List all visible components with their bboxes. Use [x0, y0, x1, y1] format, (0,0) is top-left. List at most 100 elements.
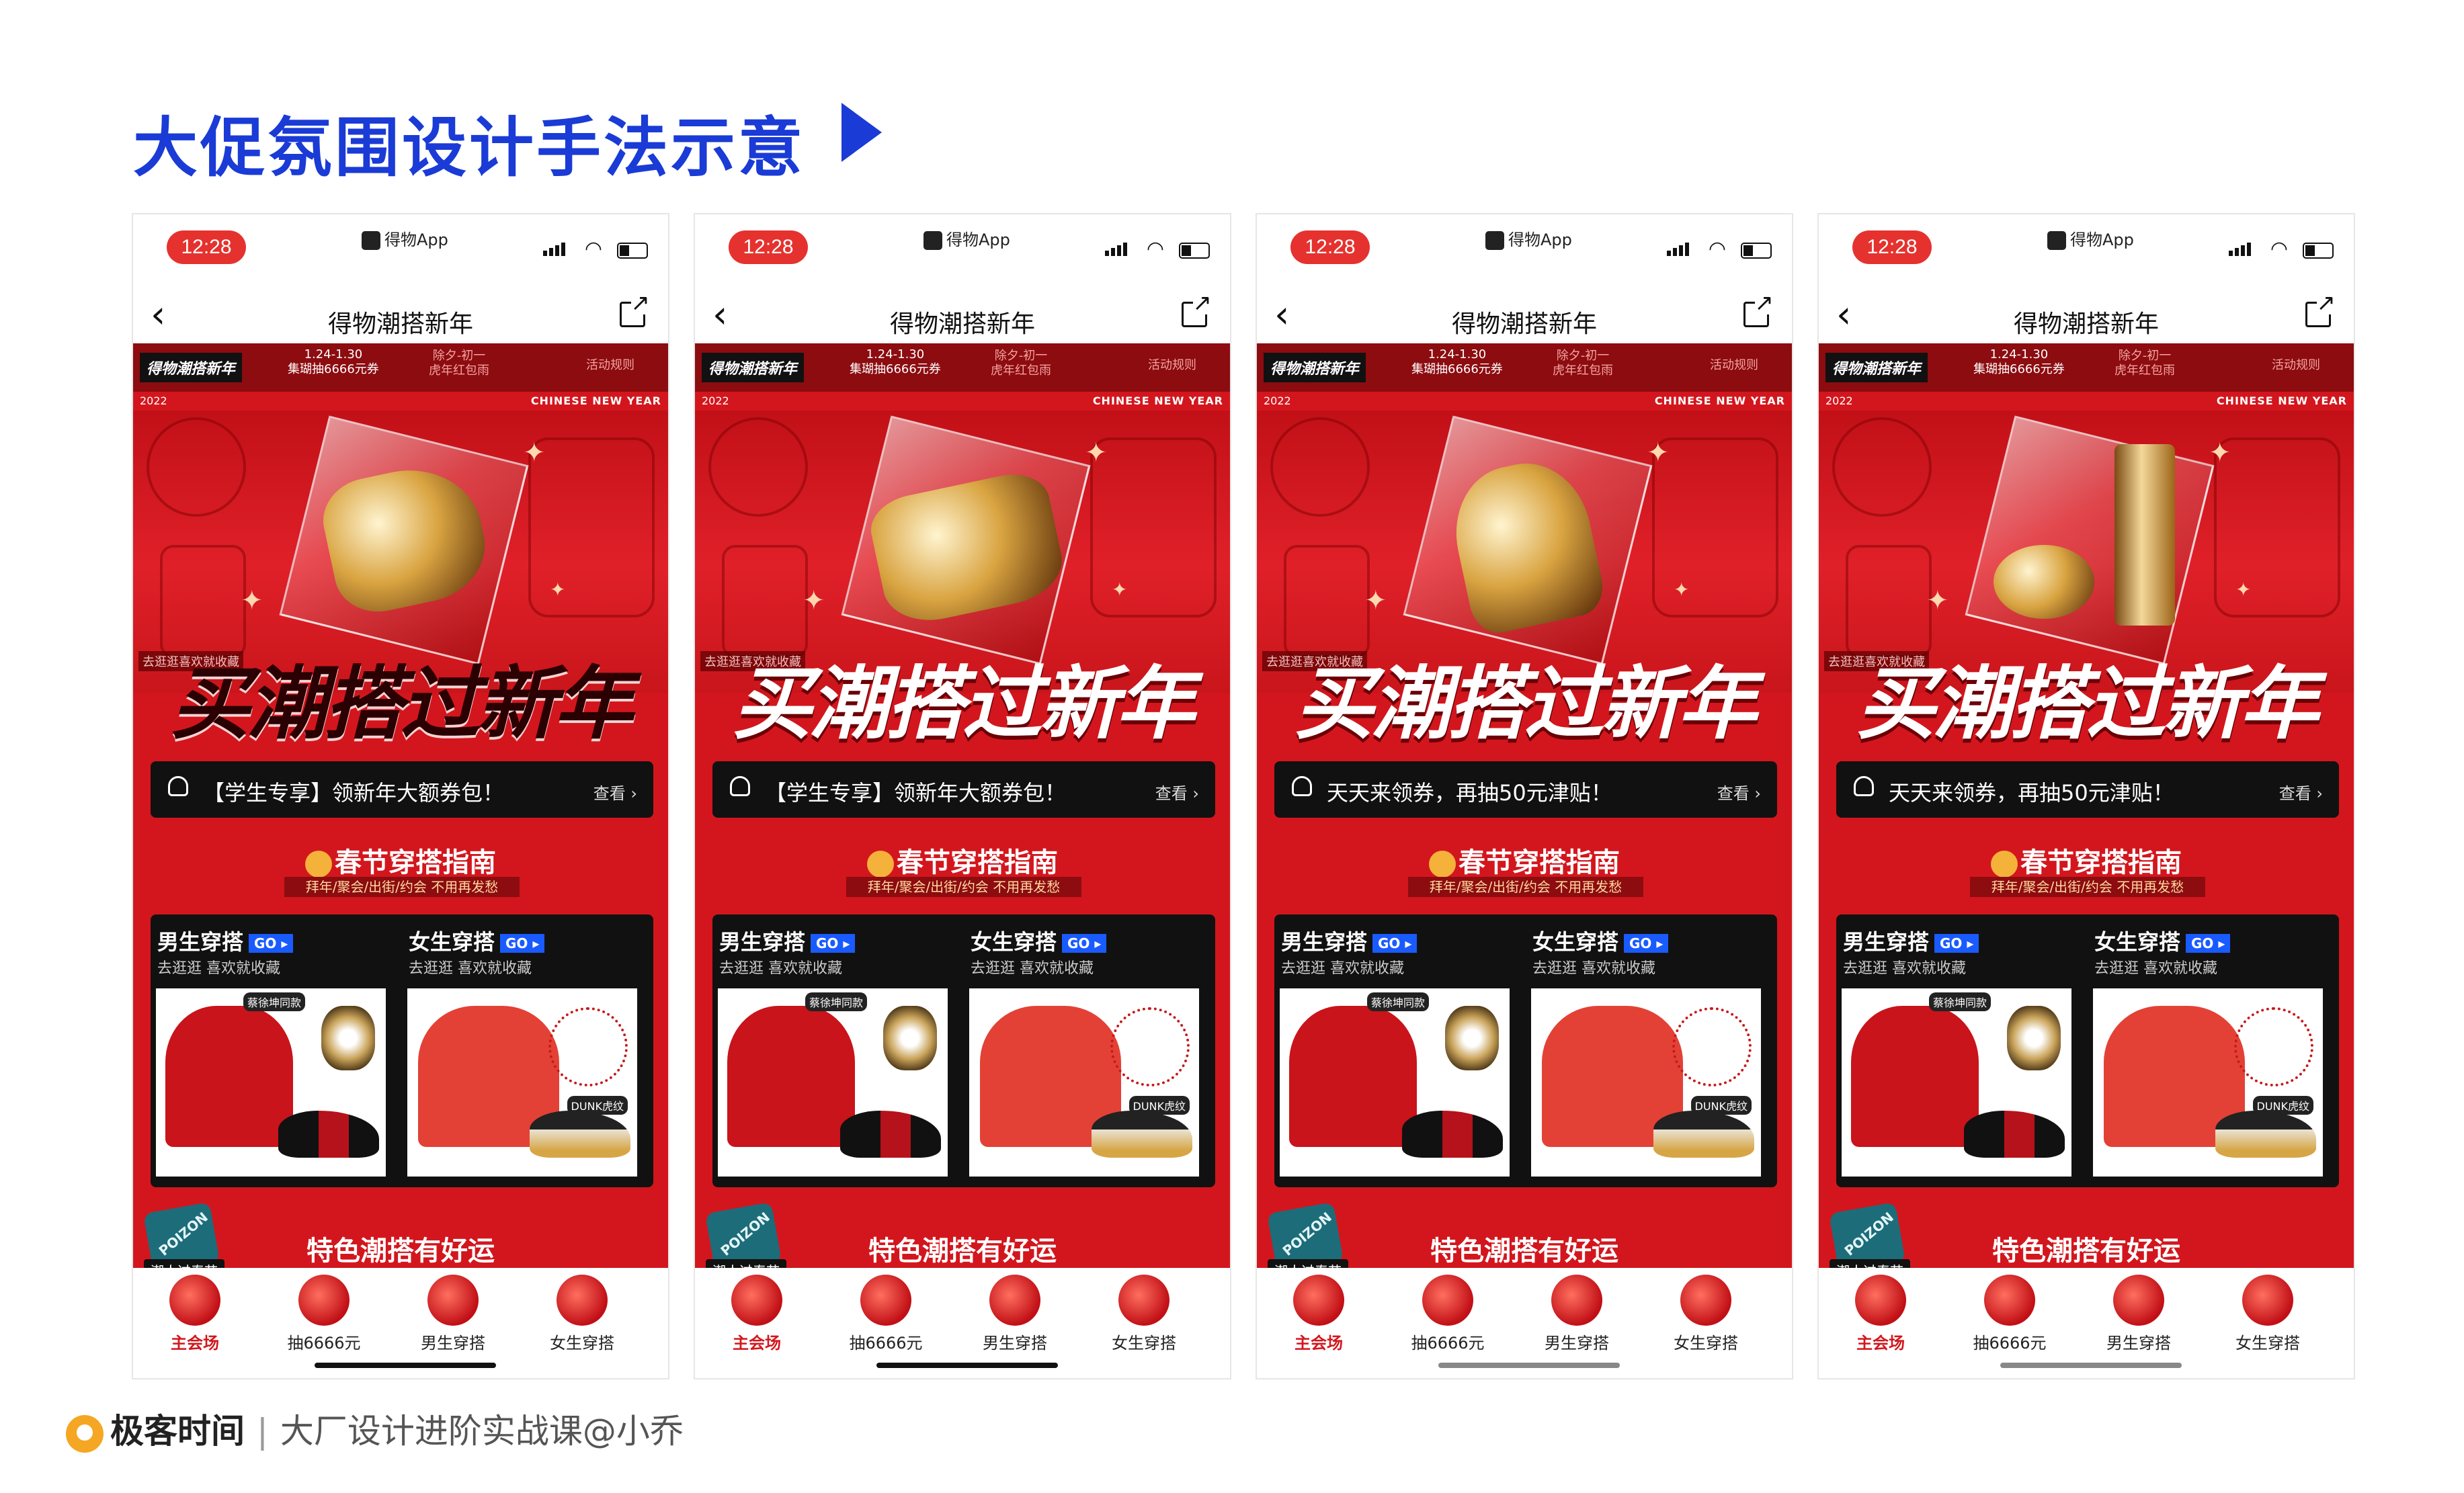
home-indicator[interactable] [315, 1363, 496, 1368]
men-outfit-image[interactable]: 蔡徐坤同款 [1280, 988, 1510, 1177]
notice-more-link[interactable]: 查看 › [1155, 780, 1199, 804]
poizon-badge-text: POIZON [717, 1209, 773, 1259]
tab-item[interactable]: 男生穿搭 [2085, 1275, 2192, 1355]
men-outfit[interactable]: 男生穿搭 GO ▸ 去逛逛 喜欢就收藏 蔡徐坤同款 [1274, 914, 1520, 1187]
nav-bar: ‹ 得物潮搭新年 [133, 282, 668, 349]
notice-more-link[interactable]: 查看 › [593, 780, 637, 804]
go-button[interactable]: GO ▸ [500, 934, 545, 953]
campaign-rules-link[interactable]: 活动规则 [1148, 355, 1196, 373]
women-outfit-image[interactable]: DUNK虎纹 [2093, 988, 2323, 1177]
women-outfit[interactable]: 女生穿搭 GO ▸ 去逛逛 喜欢就收藏 DUNK虎纹 [964, 914, 1210, 1187]
women-outfit-image[interactable]: DUNK虎纹 [969, 988, 1199, 1177]
tab-item[interactable]: 主会场 [141, 1275, 249, 1355]
men-product-tag: 蔡徐坤同款 [1929, 992, 1991, 1011]
tab-item[interactable]: 主会场 [1827, 1275, 1934, 1355]
notice-more-link[interactable]: 查看 › [2279, 780, 2323, 804]
share-icon[interactable] [620, 292, 650, 327]
tab-item[interactable]: 男生穿搭 [399, 1275, 507, 1355]
go-button[interactable]: GO ▸ [1062, 934, 1107, 953]
share-icon[interactable] [1743, 292, 1774, 327]
go-button[interactable]: GO ▸ [249, 934, 294, 953]
men-outfit-image[interactable]: 蔡徐坤同款 [1842, 988, 2071, 1177]
tab-item[interactable]: 女生穿搭 [528, 1275, 636, 1355]
men-outfit-image[interactable]: 蔡徐坤同款 [156, 988, 386, 1177]
tab-item[interactable]: 主会场 [703, 1275, 811, 1355]
campaign-date-range: 1.24-1.30 [1989, 347, 2049, 361]
campaign-rules-link[interactable]: 活动规则 [1710, 355, 1758, 373]
nav-title: 得物潮搭新年 [327, 310, 473, 338]
app-logo-icon [1485, 231, 1504, 250]
tab-icon [557, 1275, 608, 1326]
tab-label: 抽6666元 [849, 1334, 923, 1353]
tab-item[interactable]: 女生穿搭 [2214, 1275, 2322, 1355]
tab-item[interactable]: 女生穿搭 [1090, 1275, 1198, 1355]
app-tag-label: 得物App [1508, 230, 1572, 249]
go-button[interactable]: GO ▸ [1624, 934, 1669, 953]
home-indicator[interactable] [876, 1363, 1058, 1368]
tab-item[interactable]: 抽6666元 [1394, 1275, 1502, 1355]
tab-label: 女生穿搭 [550, 1334, 614, 1353]
campaign-date-sub: 集瑚抽6666元券 [850, 362, 941, 376]
notice-more-link[interactable]: 查看 › [1717, 780, 1761, 804]
tab-item[interactable]: 抽6666元 [270, 1275, 378, 1355]
tab-item[interactable]: 主会场 [1265, 1275, 1372, 1355]
sparkle-icon: ✦ [1647, 437, 1670, 468]
campaign-deal: 除夕-初一 虎年红包雨 [2114, 349, 2175, 378]
tab-item[interactable]: 男生穿搭 [1523, 1275, 1631, 1355]
section-subtitle: 拜年/聚会/出街/约会 不用再发愁 [1970, 877, 2205, 897]
campaign-date-sub: 集瑚抽6666元券 [1973, 362, 2065, 376]
men-outfit-sub: 去逛逛 喜欢就收藏 [719, 960, 842, 977]
tab-label: 男生穿搭 [1545, 1334, 1609, 1353]
sparkle-icon: ✦ [1085, 437, 1108, 468]
go-button[interactable]: GO ▸ [1372, 934, 1418, 953]
outfit-card: 男生穿搭 GO ▸ 去逛逛 喜欢就收藏 蔡徐坤同款 女生穿搭 GO ▸ 去逛逛 喜欢… [1274, 914, 1777, 1187]
watch [321, 1006, 375, 1070]
women-outfit-image[interactable]: DUNK虎纹 [1531, 988, 1761, 1177]
campaign-rules-link[interactable]: 活动规则 [586, 355, 634, 373]
campaign-deal-sub: 虎年红包雨 [429, 364, 489, 378]
tab-item[interactable]: 抽6666元 [832, 1275, 940, 1355]
women-outfit[interactable]: 女生穿搭 GO ▸ 去逛逛 喜欢就收藏 DUNK虎纹 [402, 914, 648, 1187]
tab-item[interactable]: 抽6666元 [1956, 1275, 2063, 1355]
year-row: 2022 CHINESE NEW YEAR [133, 394, 668, 411]
cny-label: CHINESE NEW YEAR [530, 394, 661, 407]
men-outfit-image[interactable]: 蔡徐坤同款 [718, 988, 948, 1177]
men-outfit[interactable]: 男生穿搭 GO ▸ 去逛逛 喜欢就收藏 蔡徐坤同款 [1836, 914, 2082, 1187]
go-button[interactable]: GO ▸ [1934, 934, 1979, 953]
notice-bar[interactable]: 【学生专享】领新年大额券包！ 查看 › [151, 761, 653, 818]
men-outfit[interactable]: 男生穿搭 GO ▸ 去逛逛 喜欢就收藏 蔡徐坤同款 [151, 914, 397, 1187]
tab-item[interactable]: 女生穿搭 [1652, 1275, 1760, 1355]
app-logo-icon [2047, 231, 2066, 250]
app-tag: 得物App [923, 226, 1010, 250]
home-indicator[interactable] [2000, 1363, 2182, 1368]
campaign-date-sub: 集瑚抽6666元券 [1411, 362, 1503, 376]
tab-item[interactable]: 男生穿搭 [961, 1275, 1069, 1355]
campaign-deal-range: 除夕-初一 [1556, 349, 1610, 363]
notice-bar[interactable]: 天天来领券，再抽50元津贴！ 查看 › [1836, 761, 2339, 818]
tab-label: 女生穿搭 [1674, 1334, 1738, 1353]
share-icon[interactable] [1182, 292, 1212, 327]
wifi-icon: ◠ [2270, 237, 2288, 261]
campaign-date: 1.24-1.30 集瑚抽6666元券 [850, 347, 941, 377]
men-outfit[interactable]: 男生穿搭 GO ▸ 去逛逛 喜欢就收藏 蔡徐坤同款 [712, 914, 958, 1187]
app-tag-label: 得物App [384, 230, 448, 249]
notice-bar[interactable]: 【学生专享】领新年大额券包！ 查看 › [712, 761, 1215, 818]
year-label: 2022 [1264, 394, 1291, 407]
campaign-rules-link[interactable]: 活动规则 [2272, 355, 2320, 373]
women-outfit[interactable]: 女生穿搭 GO ▸ 去逛逛 喜欢就收藏 DUNK虎纹 [1526, 914, 1772, 1187]
campaign-topbar: 得物潮搭新年 1.24-1.30 集瑚抽6666元券 除夕-初一 虎年红包雨 活动规… [133, 343, 668, 392]
sparkle-icon: ✦ [523, 437, 546, 468]
share-icon[interactable] [2305, 292, 2336, 327]
gold-bottle [2114, 444, 2175, 626]
sneaker [840, 1111, 941, 1158]
home-indicator[interactable] [1438, 1363, 1620, 1368]
women-outfit-title: 女生穿搭 GO ▸ [2094, 925, 2231, 956]
signal-icon [2229, 243, 2253, 256]
women-outfit-title: 女生穿搭 GO ▸ [1532, 925, 1669, 956]
women-outfit-image[interactable]: DUNK虎纹 [407, 988, 637, 1177]
go-button[interactable]: GO ▸ [2186, 934, 2231, 953]
go-button[interactable]: GO ▸ [811, 934, 856, 953]
women-outfit[interactable]: 女生穿搭 GO ▸ 去逛逛 喜欢就收藏 DUNK虎纹 [2088, 914, 2334, 1187]
notice-bar[interactable]: 天天来领券，再抽50元津贴！ 查看 › [1274, 761, 1777, 818]
status-time: 12:28 [1290, 230, 1370, 264]
